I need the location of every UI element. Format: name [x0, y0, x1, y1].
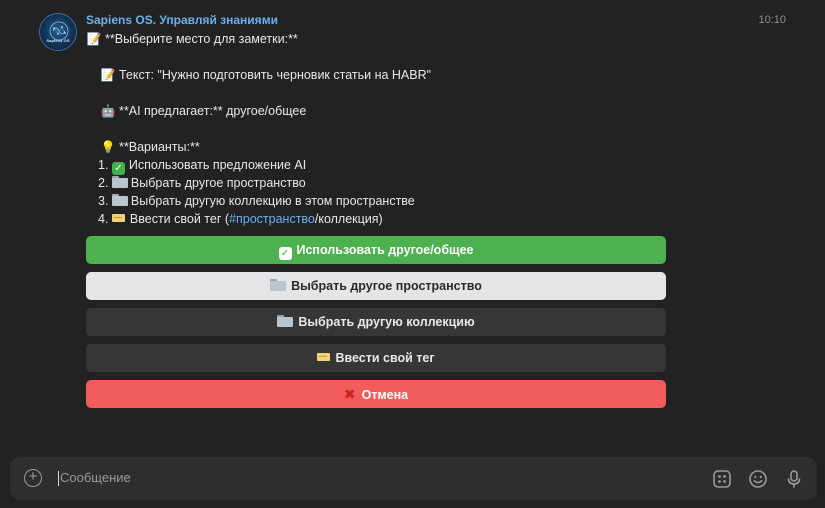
cross-mark-icon: ✖	[343, 386, 356, 402]
folder-icon	[270, 279, 287, 291]
text-caret	[58, 471, 59, 486]
chat-area: Sapiens OS Sapiens OS. Управляй знаниями…	[0, 0, 825, 452]
label-tag-icon	[317, 353, 331, 361]
plus-circle-icon[interactable]: +	[24, 469, 42, 487]
emoji-icon[interactable]	[748, 469, 768, 489]
cancel-button[interactable]: ✖ Отмена	[86, 380, 666, 408]
option-number: 4.	[98, 212, 109, 226]
check-mark-icon: ✓	[278, 247, 292, 260]
bot-avatar[interactable]: Sapiens OS	[39, 13, 77, 51]
hashtag-link[interactable]: #пространство	[229, 212, 315, 226]
enter-own-tag-button[interactable]: Ввести свой тег	[86, 344, 666, 372]
option-label: Выбрать другую коллекцию в этом простран…	[130, 194, 415, 208]
message-body: 📝 **Выберите место для заметки:** 📝 Текст:…	[86, 30, 432, 228]
message-composer: + Сообщение	[10, 457, 817, 500]
ai-suggest-line: 🤖 **AI предлагает:** другое/общее	[86, 102, 431, 120]
button-label: Выбрать другое пространство	[291, 279, 482, 293]
folder-icon	[111, 176, 128, 188]
choose-other-collection-button[interactable]: Выбрать другую коллекцию	[86, 308, 666, 336]
message-title-line: 📝 **Выберите место для заметки:**	[86, 30, 431, 48]
brain-logo-icon	[49, 21, 69, 41]
message-text: Текст: "Нужно подготовить черновик стать…	[119, 68, 432, 82]
option-1: 1. ✓ Использовать предложение AI	[86, 156, 431, 175]
option-4: 4. Ввести свой тег (#пространство/коллек…	[86, 210, 431, 228]
sender-name[interactable]: Sapiens OS. Управляй знаниями	[86, 13, 278, 27]
lightbulb-icon: 💡	[100, 140, 116, 154]
option-label: Использовать предложение AI	[128, 158, 307, 172]
choose-other-space-button[interactable]: Выбрать другое пространство	[86, 272, 666, 300]
option-number: 2.	[98, 176, 109, 190]
button-label: Использовать другое/общее	[296, 243, 474, 257]
robot-icon: 🤖	[100, 104, 116, 118]
use-ai-suggestion-button[interactable]: ✓ Использовать другое/общее	[86, 236, 666, 264]
open-folder-icon	[111, 194, 128, 206]
ai-suggest-text: **AI предлагает:** другое/общее	[119, 104, 307, 118]
option-label-prefix: Ввести свой тег (	[129, 212, 230, 226]
memo-icon: 📝	[86, 32, 102, 46]
button-label: Ввести свой тег	[335, 351, 435, 365]
message-title: **Выберите место для заметки:**	[105, 32, 298, 46]
button-label: Выбрать другую коллекцию	[298, 315, 475, 329]
microphone-icon[interactable]	[784, 469, 804, 489]
memo-icon: 📝	[100, 68, 116, 82]
option-number: 3.	[98, 194, 109, 208]
option-label-suffix: /коллекция)	[314, 212, 383, 226]
option-2: 2. Выбрать другое пространство	[86, 174, 431, 192]
variants-title: **Варианты:**	[119, 140, 200, 154]
bot-commands-icon[interactable]	[712, 469, 732, 489]
message-time: 10:10	[758, 14, 786, 26]
variants-title-line: 💡 **Варианты:**	[86, 138, 431, 156]
avatar-brand-text: Sapiens OS	[46, 38, 70, 43]
message-input[interactable]: Сообщение	[60, 470, 131, 485]
option-number: 1.	[98, 158, 109, 172]
button-label: Отмена	[361, 388, 409, 402]
open-folder-icon	[277, 315, 294, 327]
message-text-line: 📝 Текст: "Нужно подготовить черновик стат…	[86, 66, 432, 84]
option-3: 3. Выбрать другую коллекцию в этом прост…	[86, 192, 431, 210]
label-tag-icon	[111, 214, 125, 222]
option-label: Выбрать другое пространство	[130, 176, 306, 190]
